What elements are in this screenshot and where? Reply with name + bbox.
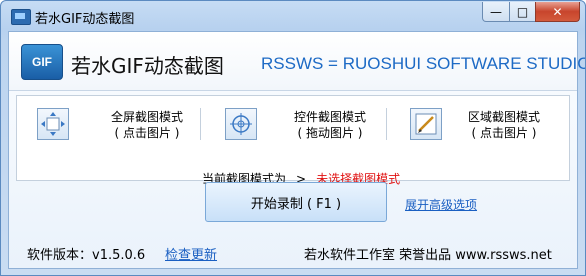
divider bbox=[200, 108, 201, 140]
check-update-link[interactable]: 检查更新 bbox=[165, 244, 217, 263]
mode-fullscreen-label[interactable]: 全屏截图模式 bbox=[87, 109, 207, 125]
close-button[interactable]: ✕ bbox=[535, 2, 580, 22]
capture-modes-panel: 全屏截图模式 ( 点击图片 ) 控件截图模式 ( 拖动图片 ) 区域截图模式 (… bbox=[16, 95, 570, 181]
app-title: 若水GIF动态截图 bbox=[71, 54, 224, 78]
title-bar[interactable]: 若水GIF动态截图 — □ ✕ bbox=[1, 1, 585, 31]
studio-label: RSSWS = RUOSHUI SOFTWARE STUDIO bbox=[261, 54, 586, 73]
advanced-options-link[interactable]: 展开高级选项 bbox=[405, 196, 477, 213]
company-credit: 若水软件工作室 荣誉出品 www.rssws.net bbox=[304, 248, 552, 263]
app-icon bbox=[11, 9, 31, 25]
mode-fullscreen-hint: ( 点击图片 ) bbox=[114, 126, 180, 140]
mode-control-label[interactable]: 控件截图模式 bbox=[270, 109, 390, 125]
mode-region-label[interactable]: 区域截图模式 bbox=[444, 109, 564, 125]
region-icon[interactable] bbox=[410, 108, 442, 140]
gif-logo-icon: GIF bbox=[21, 44, 63, 80]
header-banner: GIF 若水GIF动态截图 RSSWS = RUOSHUI SOFTWARE S… bbox=[9, 32, 585, 91]
minimize-button[interactable]: — bbox=[482, 2, 510, 22]
mode-region-hint: ( 点击图片 ) bbox=[471, 126, 537, 140]
window-title: 若水GIF动态截图 bbox=[35, 12, 135, 27]
version-label: 软件版本：v1.5.0.6 bbox=[27, 248, 146, 263]
footer: 软件版本：v1.5.0.6 检查更新 若水软件工作室 荣誉出品 www.rssw… bbox=[9, 238, 577, 268]
mode-control-hint: ( 拖动图片 ) bbox=[297, 126, 363, 140]
divider bbox=[386, 108, 387, 140]
maximize-button[interactable]: □ bbox=[509, 2, 536, 22]
app-window: 若水GIF动态截图 — □ ✕ GIF 若水GIF动态截图 RSSWS = RU… bbox=[0, 0, 586, 276]
main-panel: GIF 若水GIF动态截图 RSSWS = RUOSHUI SOFTWARE S… bbox=[8, 31, 585, 269]
fullscreen-icon[interactable] bbox=[37, 108, 69, 140]
crosshair-icon[interactable] bbox=[225, 108, 257, 140]
start-record-button[interactable]: 开始录制 ( F1 ) bbox=[205, 182, 387, 222]
